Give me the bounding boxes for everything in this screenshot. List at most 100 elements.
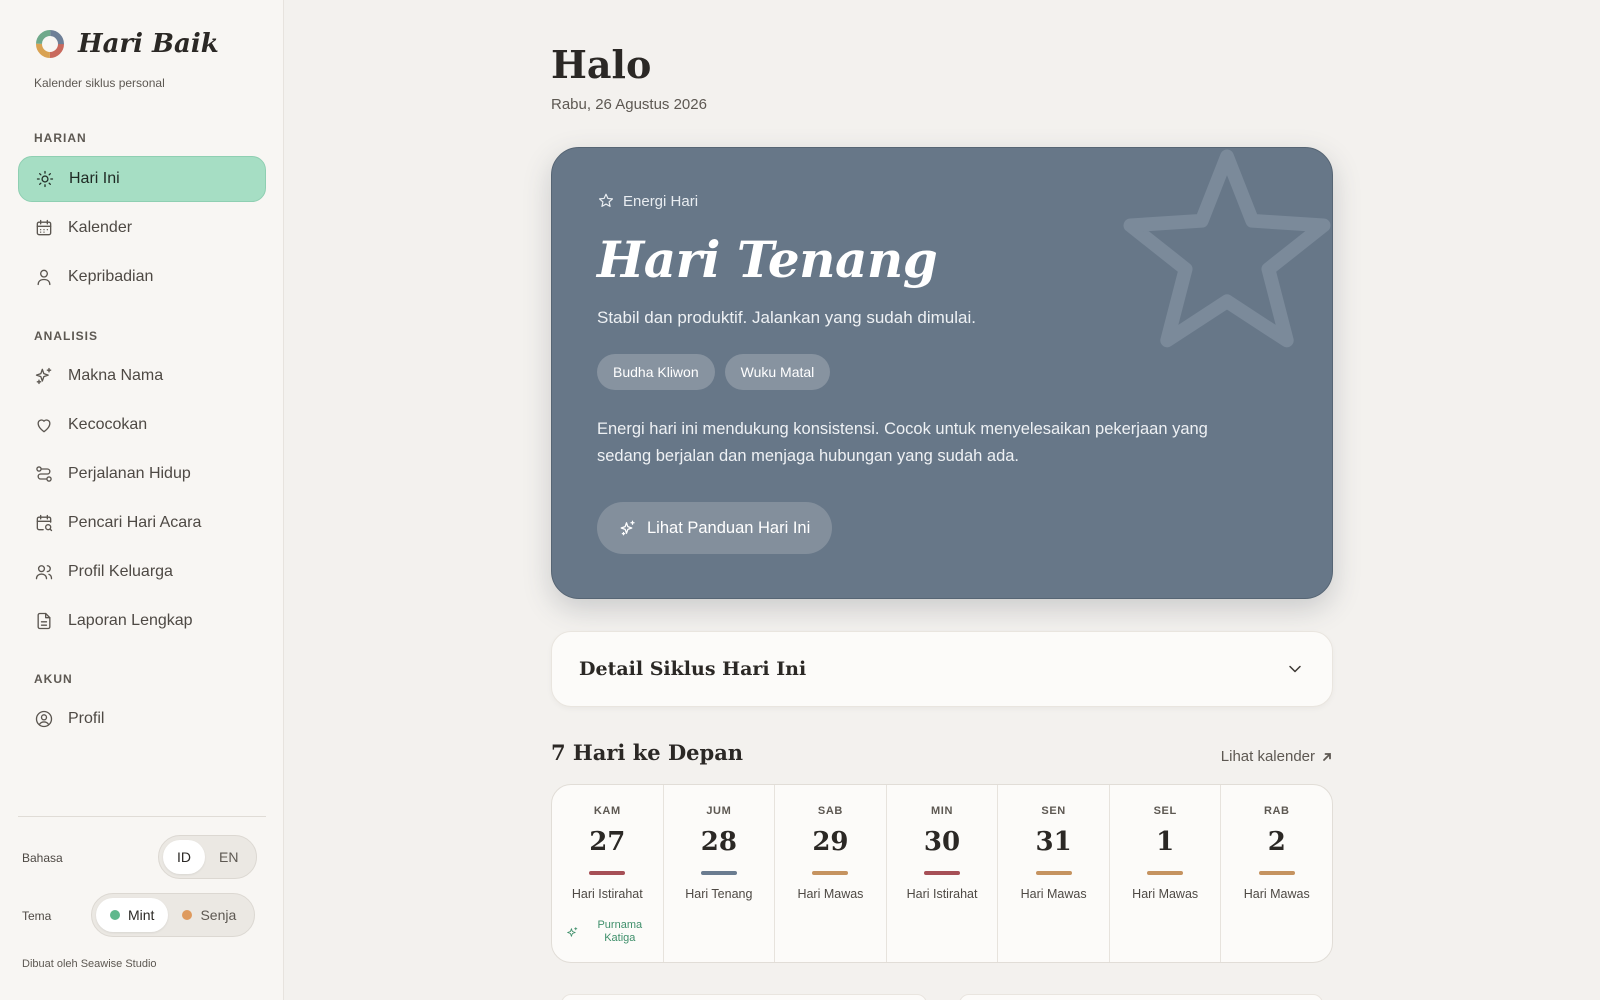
- day-number: 30: [923, 827, 961, 857]
- page-title: Halo: [551, 42, 652, 87]
- credit-text: Dibuat oleh Seawise Studio: [22, 958, 157, 970]
- sparkles-icon: [620, 520, 635, 536]
- day-name: KAM: [593, 805, 621, 817]
- user-icon: [37, 269, 51, 286]
- day-card[interactable]: MIN 30 Hari Istirahat: [887, 785, 999, 962]
- day-name: MIN: [931, 805, 953, 817]
- day-name: JUM: [706, 805, 732, 817]
- background-star-icon: [1123, 149, 1331, 348]
- sidebar-divider: [18, 816, 266, 817]
- view-guide-label: Lihat Panduan Hari Ini: [647, 518, 811, 537]
- sidebar-item-label: Profil Keluarga: [68, 563, 173, 580]
- language-option-en[interactable]: EN: [205, 840, 252, 874]
- calendar-icon: [36, 219, 52, 236]
- sidebar-item-pencari-hari-acara[interactable]: Pencari Hari Acara: [18, 500, 266, 546]
- day-card[interactable]: RAB 2 Hari Mawas: [1221, 785, 1332, 962]
- theme-option-mint[interactable]: Mint: [96, 898, 169, 932]
- chip-wuku: Wuku Matal: [724, 354, 831, 390]
- sidebar-item-profil-keluarga[interactable]: Profil Keluarga: [18, 549, 266, 595]
- energy-eyebrow: Energi Hari: [597, 192, 698, 210]
- day-number: 28: [700, 827, 737, 857]
- sparkles-icon: [567, 926, 578, 937]
- day-energy-bar: [924, 871, 961, 875]
- day-name: SAB: [817, 805, 843, 817]
- sidebar-item-profil[interactable]: Profil: [18, 696, 266, 742]
- view-calendar-label: Lihat kalender: [1220, 748, 1315, 765]
- logo-ring-icon: [36, 30, 64, 58]
- sidebar-item-hari-ini[interactable]: Hari Ini: [18, 156, 266, 202]
- day-energy-label: Hari Mawas: [1132, 887, 1199, 901]
- sidebar: Hari Baik Kalender siklus personal HARIA…: [0, 0, 284, 1000]
- day-energy-label: Hari Mawas: [797, 887, 864, 901]
- sidebar-item-kecocokan[interactable]: Kecocokan: [18, 402, 266, 448]
- sidebar-item-kepribadian[interactable]: Kepribadian: [18, 254, 266, 300]
- energy-description: Energi hari ini mendukung konsistensi. C…: [597, 420, 1208, 465]
- language-label: Bahasa: [22, 851, 63, 865]
- day-number: 31: [1035, 827, 1072, 857]
- calendar-search-icon: [36, 514, 53, 532]
- theme-option-label: Senja: [200, 907, 237, 923]
- day-number: 2: [1267, 827, 1286, 857]
- cycle-detail-accordion[interactable]: Detail Siklus Hari Ini: [551, 631, 1333, 707]
- day-card[interactable]: SEL 1 Hari Mawas: [1110, 785, 1222, 962]
- sparkles-icon: [35, 367, 52, 385]
- nav-section-akun: AKUN: [34, 672, 73, 686]
- brand[interactable]: Hari Baik: [34, 28, 219, 60]
- sidebar-item-label: Kecocokan: [68, 416, 148, 433]
- theme-option-senja[interactable]: Senja: [168, 898, 250, 932]
- view-calendar-link[interactable]: Lihat kalender: [1221, 748, 1333, 765]
- energy-title: Hari Tenang: [597, 230, 938, 289]
- chip-pasaran: Budha Kliwon: [597, 354, 715, 390]
- sidebar-item-perjalanan-hidup[interactable]: Perjalanan Hidup: [18, 451, 266, 497]
- current-date: Rabu, 26 Agustus 2026: [551, 96, 707, 113]
- theme-toggle[interactable]: Mint Senja: [91, 893, 256, 937]
- document-icon: [37, 612, 51, 630]
- day-energy-label: Hari Istirahat: [906, 887, 978, 901]
- brand-subtitle: Kalender siklus personal: [34, 76, 165, 90]
- day-energy-bar: [1147, 871, 1184, 875]
- day-card[interactable]: SAB 29 Hari Mawas: [775, 785, 887, 962]
- sidebar-item-laporan-lengkap[interactable]: Laporan Lengkap: [18, 598, 266, 644]
- day-name: SEL: [1153, 805, 1177, 817]
- sidebar-item-label: Kalender: [68, 219, 133, 236]
- week-strip: KAM 27 Hari Istirahat Purnama Katiga JUM…: [551, 784, 1333, 963]
- day-number: 27: [589, 827, 626, 857]
- day-energy-bar: [1258, 871, 1295, 875]
- sidebar-item-kalender[interactable]: Kalender: [18, 205, 266, 251]
- day-energy-bar: [812, 871, 849, 875]
- language-option-id[interactable]: ID: [163, 840, 205, 874]
- language-toggle[interactable]: ID EN: [158, 835, 258, 879]
- sidebar-item-label: Kepribadian: [68, 268, 154, 285]
- day-number: 29: [812, 827, 849, 857]
- week-title: 7 Hari ke Depan: [551, 740, 744, 765]
- chevron-down-icon: [1289, 665, 1301, 673]
- view-guide-button[interactable]: Lihat Panduan Hari Ini: [597, 502, 833, 554]
- sidebar-item-label: Perjalanan Hidup: [68, 465, 191, 482]
- sidebar-item-label: Pencari Hari Acara: [68, 514, 202, 531]
- sidebar-item-label: Makna Nama: [68, 367, 164, 384]
- next-card-peek: [959, 994, 1323, 1000]
- users-icon: [35, 565, 53, 580]
- next-card-peek: [561, 994, 927, 1000]
- day-energy-label: Hari Istirahat: [571, 887, 643, 901]
- route-icon: [36, 466, 52, 482]
- nav-section-harian: HARIAN: [34, 131, 87, 145]
- energy-subtitle: Stabil dan produktif. Jalankan yang suda…: [597, 308, 976, 327]
- energy-chips: Budha Kliwon Wuku Matal: [597, 354, 831, 390]
- day-card[interactable]: SEN 31 Hari Mawas: [998, 785, 1110, 962]
- sun-icon: [36, 170, 54, 188]
- day-name: SEN: [1041, 805, 1066, 817]
- day-energy-bar: [700, 871, 737, 875]
- sidebar-item-makna-nama[interactable]: Makna Nama: [18, 353, 266, 399]
- sidebar-item-label: Laporan Lengkap: [68, 612, 193, 629]
- energy-card: Energi Hari Hari Tenang Stabil dan produ…: [551, 147, 1333, 599]
- senja-swatch-icon: [182, 910, 193, 920]
- day-energy-label: Hari Mawas: [1243, 887, 1310, 901]
- day-card[interactable]: JUM 28 Hari Tenang: [664, 785, 776, 962]
- day-event: Purnama Katiga: [566, 919, 653, 945]
- arrow-up-right-icon: [1323, 752, 1331, 761]
- star-icon: [598, 193, 614, 207]
- mint-swatch-icon: [110, 910, 120, 920]
- day-card[interactable]: KAM 27 Hari Istirahat Purnama Katiga: [552, 785, 664, 962]
- day-number: 1: [1156, 827, 1175, 857]
